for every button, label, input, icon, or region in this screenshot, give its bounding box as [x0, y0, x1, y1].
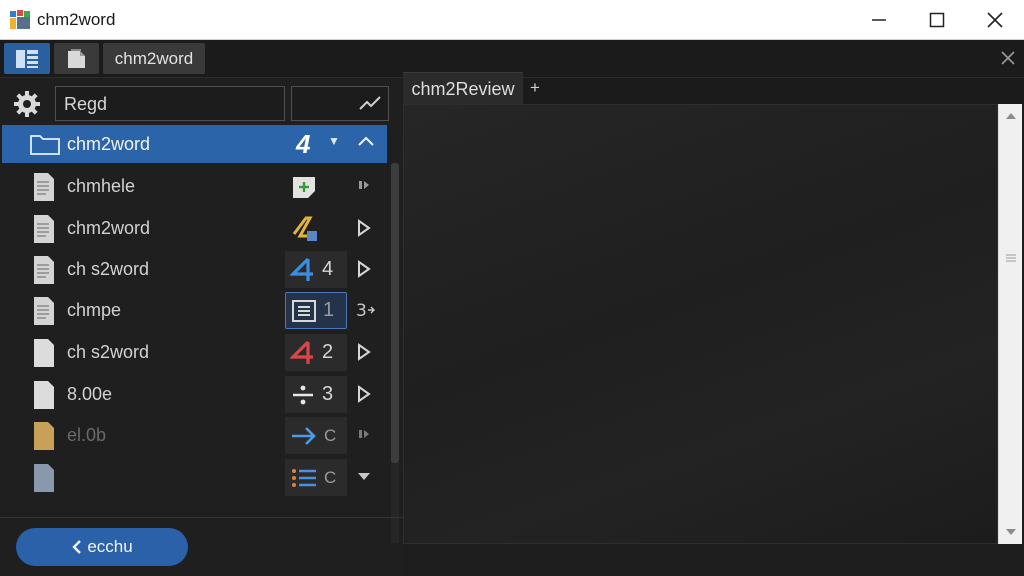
document-icon [34, 381, 54, 409]
preview-area[interactable] [403, 104, 998, 544]
document-stack-icon [67, 48, 85, 68]
folder-icon [30, 135, 60, 155]
scroll-grip-icon[interactable] [1006, 254, 1016, 262]
action-count: 3 [322, 383, 334, 405]
list-item-label: chmhele [67, 176, 136, 196]
gear-icon[interactable] [12, 89, 42, 119]
maximize-button[interactable] [908, 0, 966, 40]
list-item-label: el.0b [67, 425, 107, 445]
close-tab-button[interactable] [996, 46, 1020, 70]
divider [0, 517, 403, 518]
list-item[interactable]: C [2, 457, 387, 498]
file-browser-panel: Regd chm2word 4 ▼ chmhele chm2word ch s2… [0, 78, 403, 576]
tab-chm2word[interactable]: chm2word [103, 43, 205, 74]
document-icon [34, 173, 54, 201]
action-count: 2 [322, 341, 334, 363]
three-arrow-icon[interactable]: 3 [356, 301, 376, 319]
list-item-selected[interactable]: chm2word 4 ▼ [2, 125, 387, 163]
document-icon [34, 215, 54, 243]
chevron-left-icon [72, 540, 82, 554]
framed-list-icon [292, 299, 316, 322]
close-button[interactable] [966, 0, 1024, 40]
chevron-up-icon[interactable] [357, 134, 375, 148]
svg-text:3: 3 [356, 301, 367, 319]
action-count: 1 [323, 299, 335, 321]
list-lines-icon [292, 468, 316, 487]
play-arrow-icon[interactable] [356, 385, 372, 403]
filter-field[interactable] [291, 86, 389, 121]
document-stack-button[interactable] [54, 43, 99, 74]
list-item-label: chm2word [67, 134, 151, 154]
action-count: C [324, 425, 337, 445]
trend-line-icon [359, 96, 381, 110]
list-item[interactable]: chmpe 1 3 [2, 290, 387, 331]
minimize-icon [872, 19, 886, 21]
list-item-count: 4 [296, 129, 311, 159]
blue-four-icon [290, 257, 313, 281]
list-action-button[interactable]: 1 [285, 292, 347, 329]
red-four-icon [290, 340, 313, 364]
search-input[interactable]: Regd [55, 86, 285, 121]
document-icon [34, 339, 54, 367]
list-item-label: ch s2word [67, 342, 150, 362]
tab-chm2review[interactable]: chm2Review [403, 72, 523, 106]
list-item-label: chm2word [67, 218, 151, 238]
number-action-button[interactable]: 4 [285, 251, 347, 288]
play-arrow-icon[interactable] [356, 260, 372, 278]
close-icon [1001, 51, 1015, 65]
folder-file-icon [34, 422, 54, 450]
document-icon [34, 256, 54, 284]
panel-view-button[interactable] [4, 43, 50, 74]
divide-action-button[interactable]: 3 [285, 376, 347, 413]
app-logo-icon [10, 10, 30, 29]
scrollbar-thumb[interactable] [391, 163, 399, 463]
panel-view-icon [16, 49, 38, 68]
small-square-icon[interactable] [356, 426, 372, 442]
scroll-up-icon[interactable] [1006, 112, 1016, 120]
list-item[interactable]: 8.00e 3 [2, 374, 387, 415]
small-square-icon[interactable] [356, 177, 372, 193]
close-icon [987, 12, 1003, 28]
edit-button[interactable] [285, 210, 347, 247]
maximize-icon [929, 12, 945, 28]
play-arrow-icon[interactable] [356, 343, 372, 361]
title-bar: chm2word [0, 0, 1024, 40]
forward-action-button[interactable]: C [285, 417, 347, 454]
list-item[interactable]: el.0b C [2, 415, 387, 456]
list-item-label: ch s2word [67, 259, 150, 279]
list-item-label: chmpe [67, 300, 122, 320]
scroll-down-icon[interactable] [1006, 528, 1016, 536]
back-button-label: ecchu [87, 537, 133, 556]
chevron-down-icon[interactable]: ▼ [328, 134, 340, 148]
add-file-button[interactable] [285, 168, 347, 205]
number-action-button[interactable]: 2 [285, 334, 347, 371]
list-item[interactable]: ch s2word 2 [2, 332, 387, 373]
minimize-button[interactable] [850, 0, 908, 40]
document-icon [34, 464, 54, 492]
document-icon [34, 297, 54, 325]
add-file-icon [293, 176, 315, 198]
window-title: chm2word [37, 10, 116, 29]
add-tab-button[interactable]: + [530, 78, 540, 98]
divide-icon [293, 385, 313, 404]
action-count: C [324, 467, 337, 487]
list-item-label: 8.00e [67, 384, 113, 404]
action-count: 4 [322, 258, 334, 280]
list-lines-action-button[interactable]: C [285, 459, 347, 496]
vertical-scrollbar[interactable] [998, 104, 1022, 544]
dropdown-arrow-icon[interactable] [356, 468, 372, 484]
yellow-edit-icon [292, 216, 317, 241]
list-item[interactable]: ch s2word 4 [2, 249, 387, 290]
right-arrow-icon [292, 426, 316, 445]
back-button[interactable]: ecchu [16, 528, 188, 566]
list-item[interactable]: chm2word [2, 208, 387, 249]
list-item[interactable]: chmhele [2, 166, 387, 207]
play-arrow-icon[interactable] [356, 219, 372, 237]
